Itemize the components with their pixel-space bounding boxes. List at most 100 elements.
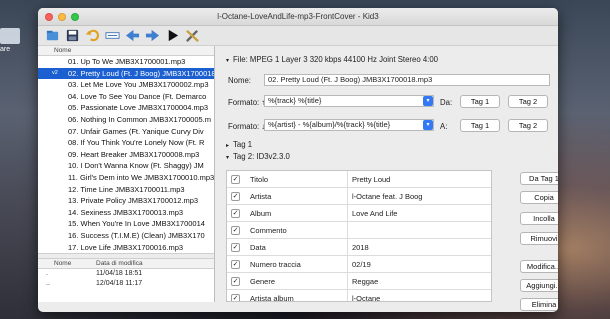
file-name: 16. Success (T.I.M.E) (Clean) JMB3X170 (68, 230, 205, 240)
play-icon[interactable] (164, 28, 180, 44)
file-list-item[interactable]: 03. Let Me Love You JMB3X1700002.mp3 (38, 79, 214, 91)
file-list-item[interactable]: 14. Sexiness JMB3X1700013.mp3 (38, 207, 214, 219)
file-name: 10. I Don't Wanna Know (Ft. Shaggy) JM (68, 161, 204, 171)
format-up-combo[interactable]: %{track} %{title} ▾ (264, 95, 434, 107)
toolbar (38, 26, 558, 46)
chevron-down-icon[interactable]: ▾ (423, 96, 433, 106)
file-list-item[interactable]: 04. Love To See You Dance (Ft. Demarco (38, 91, 214, 103)
copy-button[interactable]: Copia (520, 191, 558, 204)
frame-value[interactable]: 2018 (348, 243, 369, 252)
frame-row[interactable]: ✓ Artista album l-Octane (227, 289, 491, 302)
file-list-item[interactable]: 08. If You Think You're Lonely Now (Ft. … (38, 137, 214, 149)
filename-field[interactable]: 02. Pretty Loud (Ft. J Boog) JMB3X170001… (264, 74, 550, 86)
file-list-item[interactable]: 06. Nothing In Common JMB3X1700005.m (38, 114, 214, 126)
frame-row[interactable]: ✓ Artista l-Octane feat. J Boog (227, 187, 491, 205)
format-down-tag1-button[interactable]: Tag 1 (460, 119, 500, 132)
dir-row-name: . (46, 270, 48, 277)
desktop-drive-icon[interactable] (0, 28, 20, 44)
next-icon[interactable] (144, 28, 160, 44)
file-list-item[interactable]: 13. Private Policy JMB3X1700012.mp3 (38, 195, 214, 207)
chevron-down-icon[interactable]: ▾ (423, 120, 433, 130)
add-frame-button[interactable]: Aggiungi... (520, 279, 558, 292)
file-list-header[interactable]: Nome (38, 46, 214, 56)
frame-value[interactable]: l-Octane feat. J Boog (348, 192, 422, 201)
file-browser-pane: Nome 01. Up To We JMB3X1700001.mp3 v2 02. … (38, 46, 215, 302)
tag2-section[interactable]: ▾ Tag 2: ID3v2.3.0 (226, 152, 290, 161)
file-name: 03. Let Me Love You JMB3X1700002.mp3 (68, 80, 209, 90)
dir-row-name: .. (46, 280, 50, 287)
dir-col-date[interactable]: Data di modifica (96, 259, 143, 268)
file-list-item[interactable]: 11. Girl's Dem into We JMB3X1700010.mp3 (38, 172, 214, 184)
frame-name: Data (246, 238, 348, 256)
frame-name: Artista album (246, 289, 348, 301)
frame-value[interactable]: Pretty Loud (348, 175, 390, 184)
remove-button[interactable]: Rimuovi (520, 232, 558, 245)
a-label: A: (440, 122, 448, 131)
format-up-tag1-button[interactable]: Tag 1 (460, 95, 500, 108)
file-list-item[interactable]: 15. When You're In Love JMB3X1700014 (38, 218, 214, 230)
frame-value[interactable]: l-Octane (348, 294, 380, 302)
tag1-section[interactable]: ▸ Tag 1 (226, 140, 252, 149)
frame-row[interactable]: ✓ Titolo Pretty Loud (227, 171, 491, 188)
dir-row[interactable]: . 11/04/18 18:51 (38, 269, 214, 279)
file-list: 01. Up To We JMB3X1700001.mp3 v2 02. Prett… (38, 56, 214, 253)
frame-checkbox[interactable]: ✓ (231, 174, 240, 184)
file-list-item[interactable]: 07. Unfair Games (Ft. Yanique Curvy Div (38, 126, 214, 138)
window-title: l-Octane-LoveAndLife-mp3-FrontCover - Ki… (217, 12, 379, 21)
file-list-item[interactable]: 09. Heart Breaker JMB3X1700008.mp3 (38, 149, 214, 161)
filename-icon[interactable] (104, 28, 120, 44)
frame-checkbox[interactable]: ✓ (231, 259, 240, 269)
tag-version-mark: v2 (52, 69, 58, 76)
format-down-tag2-button[interactable]: Tag 2 (508, 119, 548, 132)
edit-frame-button[interactable]: Modifica... (520, 260, 558, 273)
dir-col-name[interactable]: Nome (38, 259, 96, 268)
file-list-item[interactable]: 12. Time Line JMB3X1700011.mp3 (38, 184, 214, 196)
frame-checkbox[interactable]: ✓ (231, 208, 240, 218)
frame-checkbox[interactable]: ✓ (231, 242, 240, 252)
open-folder-icon[interactable] (44, 28, 60, 44)
file-name: 02. Pretty Loud (Ft. J Boog) JMB3X170001… (68, 68, 214, 78)
format-down-combo[interactable]: %{artist} - %{album}/%{track} %{title} ▾ (264, 119, 434, 131)
frame-row[interactable]: ✓ Genere Reggae (227, 272, 491, 290)
frame-checkbox[interactable]: ✓ (231, 191, 240, 201)
from-tag1-button[interactable]: Da Tag 1 (520, 172, 558, 185)
file-list-item[interactable]: 01. Up To We JMB3X1700001.mp3 (38, 56, 214, 68)
file-name: 15. When You're In Love JMB3X1700014 (68, 219, 205, 229)
kid3-window: l-Octane-LoveAndLife-mp3-FrontCover - Ki… (38, 8, 558, 312)
frame-value[interactable]: Love And Life (348, 209, 397, 218)
file-list-item[interactable]: 05. Passionate Love JMB3X1700004.mp3 (38, 102, 214, 114)
frame-name: Numero traccia (246, 255, 348, 273)
name-label: Nome: (228, 76, 251, 85)
frame-value[interactable]: Reggae (348, 277, 378, 286)
file-name: 05. Passionate Love JMB3X1700004.mp3 (68, 103, 209, 113)
file-list-item[interactable]: v2 02. Pretty Loud (Ft. J Boog) JMB3X1700… (38, 67, 214, 80)
file-name: 17. Love Life JMB3X1700016.mp3 (68, 242, 184, 252)
frame-name: Genere (246, 272, 348, 290)
file-name: 08. If You Think You're Lonely Now (Ft. … (68, 138, 205, 148)
file-list-item[interactable]: 16. Success (T.I.M.E) (Clean) JMB3X170 (38, 230, 214, 242)
previous-icon[interactable] (124, 28, 140, 44)
collapse-triangle-icon[interactable]: ▾ (226, 58, 229, 64)
frame-row[interactable]: ✓ Album Love And Life (227, 204, 491, 222)
format-up-tag2-button[interactable]: Tag 2 (508, 95, 548, 108)
frame-checkbox[interactable]: ✓ (231, 225, 240, 235)
frame-row[interactable]: ✓ Commento (227, 221, 491, 239)
file-list-item[interactable]: 17. Love Life JMB3X1700016.mp3 (38, 242, 214, 254)
da-label: Da: (440, 98, 453, 107)
delete-frame-button[interactable]: Elimina (520, 298, 558, 311)
tag-editor-pane: ▾ File: MPEG 1 Layer 3 320 kbps 44100 Hz … (216, 46, 558, 311)
save-icon[interactable] (64, 28, 80, 44)
settings-tools-icon[interactable] (184, 28, 200, 44)
dir-list-header: Nome Data di modifica (38, 259, 214, 269)
frame-row[interactable]: ✓ Data 2018 (227, 238, 491, 256)
frame-name: Album (246, 204, 348, 222)
file-list-item[interactable]: 10. I Don't Wanna Know (Ft. Shaggy) JM (38, 160, 214, 172)
revert-icon[interactable] (84, 28, 100, 44)
dir-row[interactable]: .. 12/04/18 11:17 (38, 279, 214, 289)
frame-row[interactable]: ✓ Numero traccia 02/19 (227, 255, 491, 273)
frame-checkbox[interactable]: ✓ (231, 276, 240, 286)
frame-value[interactable]: 02/19 (348, 260, 371, 269)
paste-button[interactable]: Incolla (520, 212, 558, 225)
frame-checkbox[interactable]: ✓ (231, 293, 240, 301)
format-up-value: %{track} %{title} (268, 96, 322, 105)
